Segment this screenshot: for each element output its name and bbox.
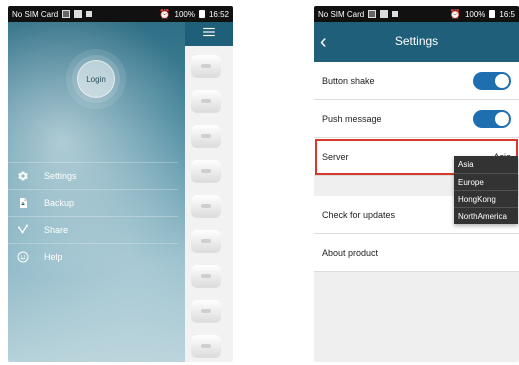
share-icon xyxy=(8,224,38,236)
hamburger-icon[interactable] xyxy=(202,25,216,43)
server-dropdown[interactable]: Asia Europe HongKong NorthAmerica xyxy=(454,156,518,224)
drawer-menu: Settings Backup Share Help xyxy=(8,162,178,270)
app-icon xyxy=(380,10,389,18)
phone-right: No SIM Card ⏰ 100% 16:5 ‹ Settings Butto… xyxy=(314,6,519,362)
device-list-behind-drawer xyxy=(185,22,233,362)
login-button[interactable]: Login xyxy=(77,60,115,98)
device-thumbnail[interactable] xyxy=(191,55,221,77)
two-phone-screens: No SIM Card ⏰ 100% 16:52 Login Settings … xyxy=(0,0,519,365)
battery-icon xyxy=(198,10,205,18)
server-option[interactable]: Asia xyxy=(454,156,518,173)
alarm-icon: ⏰ xyxy=(449,8,461,19)
setting-label: Push message xyxy=(322,113,382,124)
setting-button-shake[interactable]: Button shake xyxy=(314,62,519,100)
setting-about-product[interactable]: About product xyxy=(314,234,519,272)
drawer-item-share[interactable]: Share xyxy=(8,216,178,243)
setting-label: Server xyxy=(322,151,349,162)
drawer-item-settings[interactable]: Settings xyxy=(8,162,178,189)
navigation-drawer: Login Settings Backup Share Help xyxy=(8,22,185,362)
help-icon xyxy=(8,251,38,263)
server-option[interactable]: HongKong xyxy=(454,190,518,207)
signal-icon xyxy=(62,10,71,18)
battery-text: 100% xyxy=(464,9,486,19)
setting-label: About product xyxy=(322,247,379,258)
device-thumbnail[interactable] xyxy=(191,195,221,217)
settings-header: ‹ Settings xyxy=(314,22,519,62)
server-option[interactable]: NorthAmerica xyxy=(454,207,518,224)
setting-push-message[interactable]: Push message xyxy=(314,100,519,138)
page-title: Settings xyxy=(394,34,439,48)
device-thumbnail[interactable] xyxy=(191,90,221,112)
status-bar-right: No SIM Card ⏰ 100% 16:5 xyxy=(314,6,519,22)
drawer-item-label: Share xyxy=(44,225,69,235)
carrier-text: No SIM Card xyxy=(318,9,365,19)
setting-label: Check for updates xyxy=(322,209,396,220)
list-header xyxy=(185,22,233,46)
signal-icon xyxy=(368,10,377,18)
gear-icon xyxy=(8,170,38,182)
status-bar-left: No SIM Card ⏰ 100% 16:52 xyxy=(8,6,233,22)
drawer-item-backup[interactable]: Backup xyxy=(8,189,178,216)
drawer-item-label: Settings xyxy=(44,171,77,181)
drawer-item-label: Help xyxy=(44,252,63,262)
time-text: 16:52 xyxy=(208,9,229,19)
battery-text: 100% xyxy=(174,9,195,19)
device-thumbnail[interactable] xyxy=(191,265,221,287)
drawer-item-help[interactable]: Help xyxy=(8,243,178,270)
time-text: 16:5 xyxy=(499,9,515,19)
backup-icon xyxy=(8,197,38,209)
alarm-icon: ⏰ xyxy=(159,8,171,19)
app-icon xyxy=(74,10,83,18)
device-thumbnail[interactable] xyxy=(191,335,221,357)
carrier-text: No SIM Card xyxy=(12,9,59,19)
device-thumbnail[interactable] xyxy=(191,300,221,322)
push-message-toggle[interactable] xyxy=(473,109,511,128)
battery-icon xyxy=(489,10,496,18)
phone-left: No SIM Card ⏰ 100% 16:52 Login Settings … xyxy=(8,6,233,362)
drawer-item-label: Backup xyxy=(44,198,75,208)
server-option[interactable]: Europe xyxy=(454,173,518,190)
device-thumbnail[interactable] xyxy=(191,230,221,252)
device-thumbnail[interactable] xyxy=(191,125,221,147)
device-thumbnail[interactable] xyxy=(191,160,221,182)
button-shake-toggle[interactable] xyxy=(473,71,511,90)
notification-icon xyxy=(392,11,399,17)
setting-label: Button shake xyxy=(322,75,375,86)
login-avatar-ring[interactable]: Login xyxy=(72,55,120,103)
notification-icon xyxy=(86,11,93,17)
